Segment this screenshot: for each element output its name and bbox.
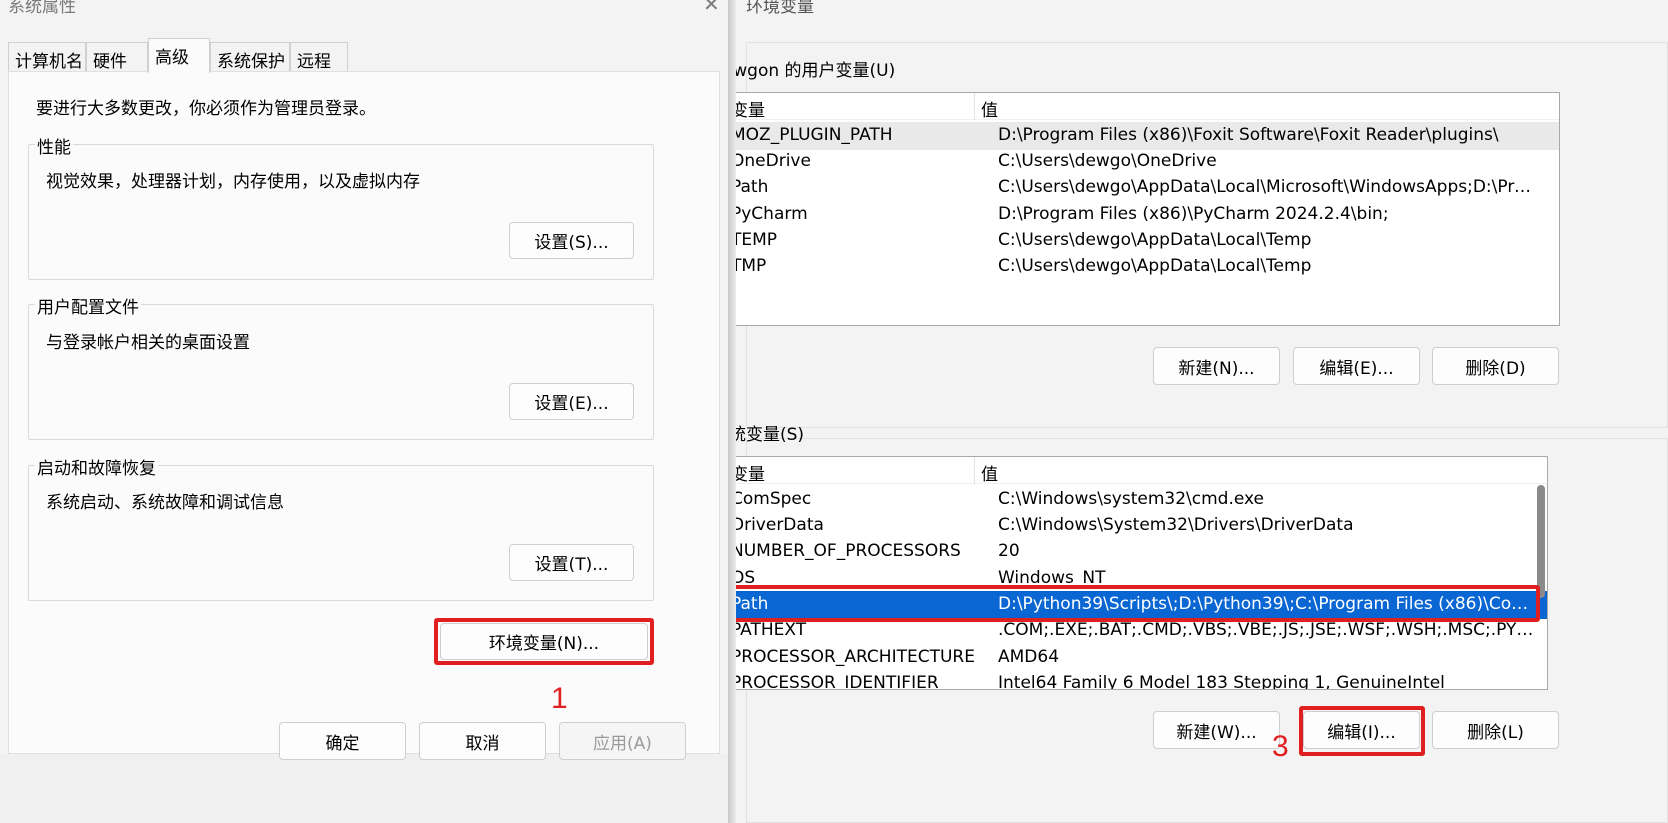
system-variables-list[interactable]: 变量 值 ComSpecC:\Windows\system32\cmd.exe … bbox=[736, 456, 1548, 690]
performance-title: 性能 bbox=[35, 133, 73, 158]
dialog-button-bar bbox=[0, 754, 728, 823]
system-delete-button[interactable]: 删除(L) bbox=[1432, 711, 1559, 749]
system-new-button[interactable]: 新建(W)... bbox=[1153, 711, 1280, 749]
performance-desc: 视觉效果，处理器计划，内存使用，以及虚拟内存 bbox=[46, 172, 420, 192]
list-item[interactable]: NUMBER_OF_PROCESSORS 20 bbox=[736, 538, 1547, 566]
vertical-scrollbar-thumb[interactable] bbox=[1537, 485, 1545, 598]
window-divider bbox=[728, 0, 736, 823]
column-divider[interactable] bbox=[974, 93, 975, 120]
annotation-number-3: 3 bbox=[1272, 730, 1289, 763]
window-title: 系统属性 bbox=[8, 0, 76, 17]
user-profiles-settings-button[interactable]: 设置(E)... bbox=[509, 383, 634, 420]
tab-hardware[interactable]: 硬件 bbox=[86, 42, 148, 72]
list-item[interactable]: PROCESSOR_ARCHITECTURE AMD64 bbox=[736, 644, 1547, 672]
user-variables-title: dewgon 的用户变量(U) bbox=[736, 61, 896, 81]
column-header-value[interactable]: 值 bbox=[981, 460, 998, 485]
tab-remote[interactable]: 远程 bbox=[290, 42, 348, 72]
environment-variables-window: 环境变量 dewgon 的用户变量(U) 变量 值 MOZ_PLUGIN_PAT… bbox=[736, 0, 1668, 823]
list-item[interactable]: DriverData C:\Windows\System32\Drivers\Dr… bbox=[736, 512, 1547, 540]
annotation-box-3 bbox=[1299, 706, 1425, 756]
tab-system-protection[interactable]: 系统保护 bbox=[210, 42, 290, 72]
user-delete-button[interactable]: 删除(D) bbox=[1432, 347, 1559, 385]
screenshot: 系统属性 ✕ 计算机名 硬件 高级 系统保护 远程 要进行大多数更改，你必须作为… bbox=[0, 0, 1668, 823]
performance-settings-button[interactable]: 设置(S)... bbox=[509, 222, 634, 259]
startup-recovery-desc: 系统启动、系统故障和调试信息 bbox=[46, 493, 284, 513]
performance-group bbox=[28, 144, 654, 280]
tab-computer-name[interactable]: 计算机名 bbox=[8, 42, 86, 72]
annotation-box-2 bbox=[736, 585, 1540, 622]
apply-button[interactable]: 应用(A) bbox=[559, 722, 686, 760]
tab-advanced[interactable]: 高级 bbox=[148, 38, 210, 73]
user-new-button[interactable]: 新建(N)... bbox=[1153, 347, 1280, 385]
ok-button[interactable]: 确定 bbox=[279, 722, 406, 760]
column-header-variable[interactable]: 变量 bbox=[736, 96, 765, 121]
list-item[interactable]: PROCESSOR_IDENTIFIER Intel64 Family 6 Mod… bbox=[736, 670, 1547, 689]
window-title: 环境变量 bbox=[746, 0, 814, 17]
tab-strip: 计算机名 硬件 高级 系统保护 远程 bbox=[0, 38, 728, 73]
annotation-number-1: 1 bbox=[551, 682, 568, 715]
cancel-button[interactable]: 取消 bbox=[419, 722, 546, 760]
annotation-box-1 bbox=[434, 618, 654, 665]
list-item[interactable]: TMPC:\Users\dewgo\AppData\Local\Temp bbox=[736, 253, 1559, 281]
startup-recovery-settings-button[interactable]: 设置(T)... bbox=[509, 544, 634, 581]
close-icon[interactable]: ✕ bbox=[703, 0, 720, 16]
admin-note: 要进行大多数更改，你必须作为管理员登录。 bbox=[36, 99, 376, 119]
list-item[interactable]: TEMPC:\Users\dewgo\AppData\Local\Temp bbox=[736, 227, 1559, 255]
list-item[interactable]: OneDrive C:\Users\dewgo\OneDrive bbox=[736, 148, 1559, 176]
startup-recovery-title: 启动和故障恢复 bbox=[35, 454, 158, 479]
user-profiles-title: 用户配置文件 bbox=[35, 293, 141, 318]
user-list-header: 变量 值 bbox=[736, 93, 1559, 121]
list-item[interactable]: MOZ_PLUGIN_PATH D:\Program Files (x86)\Fo… bbox=[736, 122, 1559, 150]
list-item[interactable]: PyCharm D:\Program Files (x86)\PyCharm 20… bbox=[736, 201, 1559, 229]
list-item[interactable]: ComSpec C:\Windows\system32\cmd.exe bbox=[736, 486, 1547, 514]
system-properties-window: 系统属性 ✕ 计算机名 硬件 高级 系统保护 远程 要进行大多数更改，你必须作为… bbox=[0, 0, 728, 823]
user-variables-list[interactable]: 变量 值 MOZ_PLUGIN_PATHD:\Program Files (x8… bbox=[736, 92, 1560, 326]
column-divider[interactable] bbox=[974, 457, 975, 484]
system-list-header: 变量 值 bbox=[736, 457, 1547, 485]
user-edit-button[interactable]: 编辑(E)... bbox=[1293, 347, 1420, 385]
column-header-value[interactable]: 值 bbox=[981, 96, 998, 121]
column-header-variable[interactable]: 变量 bbox=[736, 460, 765, 485]
system-variables-title: 系统变量(S) bbox=[736, 425, 805, 445]
list-item[interactable]: PathC:\Users\dewgo\AppData\Local\Microso… bbox=[736, 174, 1559, 202]
user-profiles-desc: 与登录帐户相关的桌面设置 bbox=[46, 333, 250, 353]
